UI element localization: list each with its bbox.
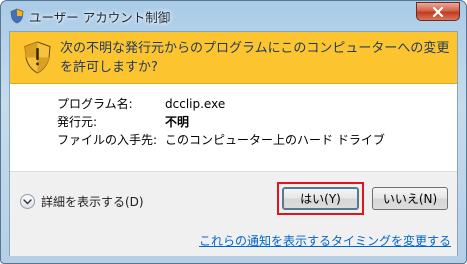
publisher-label: 発行元: [57, 115, 98, 129]
no-button[interactable]: いいえ(N) [372, 187, 448, 210]
uac-shield-small-icon [9, 8, 25, 24]
program-name-value: dcclip.exe [165, 97, 226, 111]
window-title: ユーザー アカウント制御 [29, 10, 171, 25]
close-icon [432, 6, 444, 17]
show-details-label: 詳細を表示する(D) [41, 195, 144, 209]
file-origin-label: ファイルの入手先: [57, 133, 158, 147]
uac-dialog: ユーザー アカウント制御 次の不明な発行元からのプログラムにこのコンピューターへ… [0, 0, 467, 264]
title-bar[interactable]: ユーザー アカウント制御 [1, 1, 466, 31]
uac-shield-icon [23, 41, 52, 74]
close-button[interactable] [416, 2, 460, 21]
yes-button[interactable]: はい(Y) [282, 187, 359, 210]
dialog-footer: 詳細を表示する(D) はい(Y) いいえ(N) これらの通知を表示するタイミング… [10, 171, 457, 256]
expand-chevron-icon [20, 194, 35, 209]
show-details-toggle[interactable]: 詳細を表示する(D) [20, 193, 144, 210]
notification-settings-link[interactable]: これらの通知を表示するタイミングを変更する [199, 232, 451, 249]
file-origin-value: このコンピューター上のハード ドライブ [165, 133, 385, 147]
publisher-value: 不明 [165, 115, 190, 129]
dialog-body: 次の不明な発行元からのプログラムにこのコンピューターへの変更を許可しますか? プ… [9, 31, 458, 256]
program-name-label: プログラム名: [57, 97, 133, 111]
warning-header: 次の不明な発行元からのプログラムにこのコンピューターへの変更を許可しますか? [10, 32, 457, 84]
warning-message: 次の不明な発行元からのプログラムにこのコンピューターへの変更を許可しますか? [60, 41, 450, 75]
